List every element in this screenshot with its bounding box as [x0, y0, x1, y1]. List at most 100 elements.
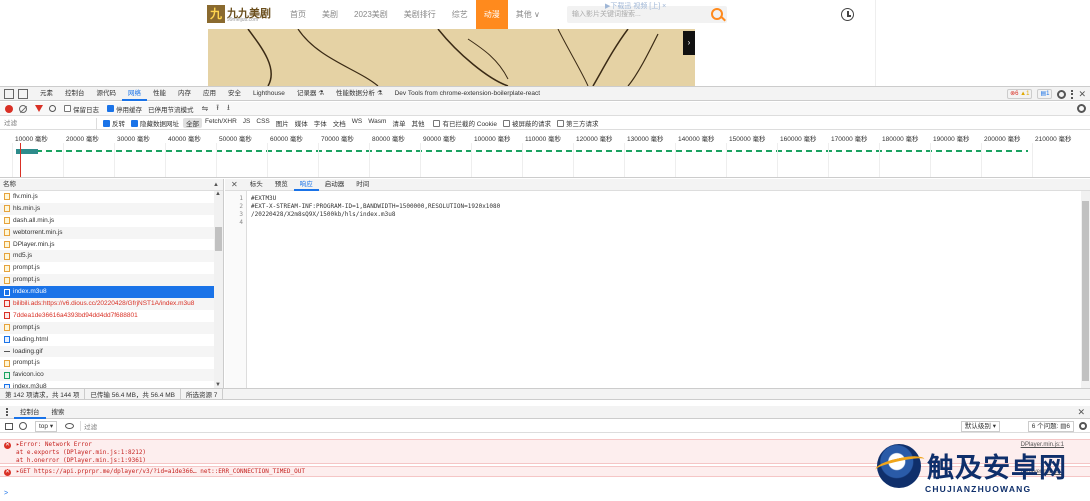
hide-data-urls-checkbox[interactable]: 隐藏数据网址 [131, 118, 179, 128]
devtools-tab[interactable]: 控制台 [59, 87, 91, 101]
site-nav-item[interactable]: 美剧 [314, 0, 346, 29]
throttle-select[interactable]: 已停用节流模式 [148, 104, 194, 114]
log-levels-select[interactable]: 默认级别 ▾ [960, 421, 1000, 432]
third-party-checkbox[interactable]: 第三方请求 [556, 118, 598, 128]
resource-type-filter[interactable]: JS [240, 118, 254, 128]
site-nav-item[interactable]: 2023美剧 [346, 0, 396, 29]
request-row[interactable]: loading.gif [0, 345, 214, 358]
request-row[interactable]: index.m3u8 [0, 381, 214, 388]
history-clock-icon[interactable] [841, 8, 854, 21]
request-row[interactable]: hls.min.js [0, 202, 214, 215]
devtools-tab[interactable]: Dev Tools from chrome-extension-boilerpl… [389, 87, 546, 101]
download-float-tag[interactable]: ▶下载迅 视频 [上] × [605, 1, 666, 11]
request-row[interactable]: webtorrent.min.js [0, 226, 214, 239]
request-row[interactable]: loading.html [0, 334, 214, 346]
resource-type-filter[interactable]: 全部 [183, 118, 202, 128]
download-icon[interactable]: ⭳ [227, 102, 230, 116]
invert-checkbox[interactable]: 反转 [103, 118, 125, 128]
devtools-tab[interactable]: 记录器 ⚗ [291, 87, 330, 101]
request-row[interactable]: prompt.js [0, 357, 214, 369]
more-options-icon[interactable] [1071, 89, 1074, 99]
resource-type-filter[interactable]: 文档 [330, 118, 349, 128]
filter-input[interactable]: 过滤 [2, 117, 97, 129]
search-icon[interactable] [49, 105, 56, 112]
scrollbar-thumb[interactable] [215, 227, 222, 251]
device-toggle-icon[interactable] [18, 88, 28, 99]
clear-console-icon[interactable] [19, 422, 27, 430]
blocked-cookies-checkbox[interactable]: 有已拦截的 Cookie [433, 118, 497, 128]
devtools-tab[interactable]: 源代码 [91, 87, 123, 101]
site-nav-item[interactable]: 综艺 [444, 0, 476, 29]
record-icon[interactable] [5, 104, 13, 113]
console-filter-input[interactable]: 过滤 [80, 421, 480, 431]
request-row[interactable]: prompt.js [0, 262, 214, 274]
close-devtools-icon[interactable]: ✕ [1078, 89, 1086, 99]
detail-tab[interactable]: 预览 [269, 179, 294, 191]
resource-type-filter[interactable]: CSS [253, 118, 272, 128]
devtools-tab[interactable]: 内存 [172, 87, 197, 101]
devtools-tab[interactable]: 安全 [222, 87, 247, 101]
site-nav-item[interactable]: 首页 [282, 0, 314, 29]
request-list-scrollbar[interactable]: ▲ ▼ [214, 191, 223, 388]
upload-icon[interactable]: ⭱ [216, 102, 219, 116]
settings-gear-icon[interactable] [1057, 89, 1067, 99]
request-row[interactable]: flv.min.js [0, 191, 214, 203]
live-expression-eye-icon[interactable] [65, 423, 75, 429]
devtools-tab[interactable]: 性能 [147, 87, 172, 101]
video-player[interactable] [208, 29, 695, 86]
devtools-tab[interactable]: 性能数据分析 ⚗ [330, 87, 389, 101]
request-row[interactable]: bilibili.ads:https://v6.dious.cc/2022042… [0, 298, 214, 310]
resource-type-filter[interactable]: 其他 [408, 118, 427, 128]
video-next-button[interactable]: › [683, 31, 695, 55]
network-settings-icon[interactable] [1077, 104, 1086, 113]
blocked-requests-checkbox[interactable]: 被屏蔽的请求 [502, 118, 551, 128]
disable-cache-checkbox[interactable]: 停用缓存 [107, 104, 142, 114]
devtools-tab[interactable]: 应用 [197, 87, 222, 101]
search-icon[interactable] [711, 8, 723, 20]
resource-type-filter[interactable]: 清单 [389, 118, 408, 128]
sort-caret-icon[interactable]: ▲ [213, 179, 219, 191]
preserve-log-checkbox[interactable]: 保留日志 [64, 104, 99, 114]
scroll-up-icon[interactable]: ▲ [215, 191, 221, 197]
close-drawer-icon[interactable]: ✕ [1077, 407, 1085, 418]
detail-tab[interactable]: 启动器 [319, 179, 351, 191]
detail-tab[interactable]: 响应 [293, 179, 319, 191]
error-warning-badge[interactable]: ⊗6 ▲1 [1007, 89, 1033, 99]
resource-type-filter[interactable]: 图片 [273, 118, 292, 128]
devtools-tab[interactable]: Lighthouse [247, 87, 291, 101]
context-select[interactable]: top ▾ [35, 420, 58, 432]
response-viewer[interactable]: 1234 #EXTM3U #EXT-X-STREAM-INF:PROGRAM-ID… [225, 191, 1080, 388]
request-row[interactable]: 7ddea1de36616a4393bd94dd4dd7f688801 [0, 310, 214, 322]
filter-funnel-icon[interactable] [35, 105, 43, 112]
network-overview-timeline[interactable]: 10000 毫秒 20000 毫秒 30000 毫秒 40000 毫秒 50000 毫秒… [0, 131, 1090, 178]
request-row[interactable]: prompt.js [0, 274, 214, 287]
issues-badge[interactable]: ▤1 [1037, 89, 1053, 99]
resource-type-filter[interactable]: 媒体 [292, 118, 311, 128]
name-column-header[interactable]: 名称 ▲ [0, 179, 223, 191]
drawer-menu-icon[interactable] [6, 408, 8, 416]
request-row[interactable]: index.m3u8 [0, 286, 214, 299]
console-settings-icon[interactable] [1079, 422, 1087, 430]
network-conditions-icon[interactable]: ⇋ [202, 104, 209, 113]
detail-tab[interactable]: 标头 [244, 179, 269, 191]
resource-type-filter[interactable]: WS [349, 118, 365, 128]
site-logo[interactable]: 九 九九美剧 99meijutt.com [207, 5, 277, 23]
drawer-tab-console[interactable]: 控制台 [14, 406, 46, 419]
resource-type-filter[interactable]: Wasm [365, 118, 389, 128]
issues-button[interactable]: 6 个问题: ▤6 [1027, 421, 1074, 432]
close-detail-icon[interactable]: ✕ [225, 180, 244, 189]
request-row[interactable]: favicon.ico [0, 369, 214, 382]
inspect-icon[interactable] [4, 88, 14, 99]
request-row[interactable]: DPlayer.min.js [0, 239, 214, 251]
sidebar-toggle-icon[interactable] [5, 422, 13, 430]
drawer-tab-search[interactable]: 搜索 [46, 406, 71, 419]
clear-icon[interactable] [19, 104, 27, 113]
site-nav-item[interactable]: 美剧排行 [396, 0, 444, 29]
site-nav-item[interactable]: 其他 ∨ [508, 0, 548, 29]
console-prompt[interactable]: > [4, 490, 8, 497]
devtools-tab[interactable]: 网络 [122, 87, 147, 101]
detail-tab[interactable]: 时间 [350, 179, 375, 191]
resource-type-filter[interactable]: 字体 [311, 118, 330, 128]
detail-scrollbar[interactable] [1081, 191, 1090, 388]
resource-type-filter[interactable]: Fetch/XHR [202, 118, 240, 128]
